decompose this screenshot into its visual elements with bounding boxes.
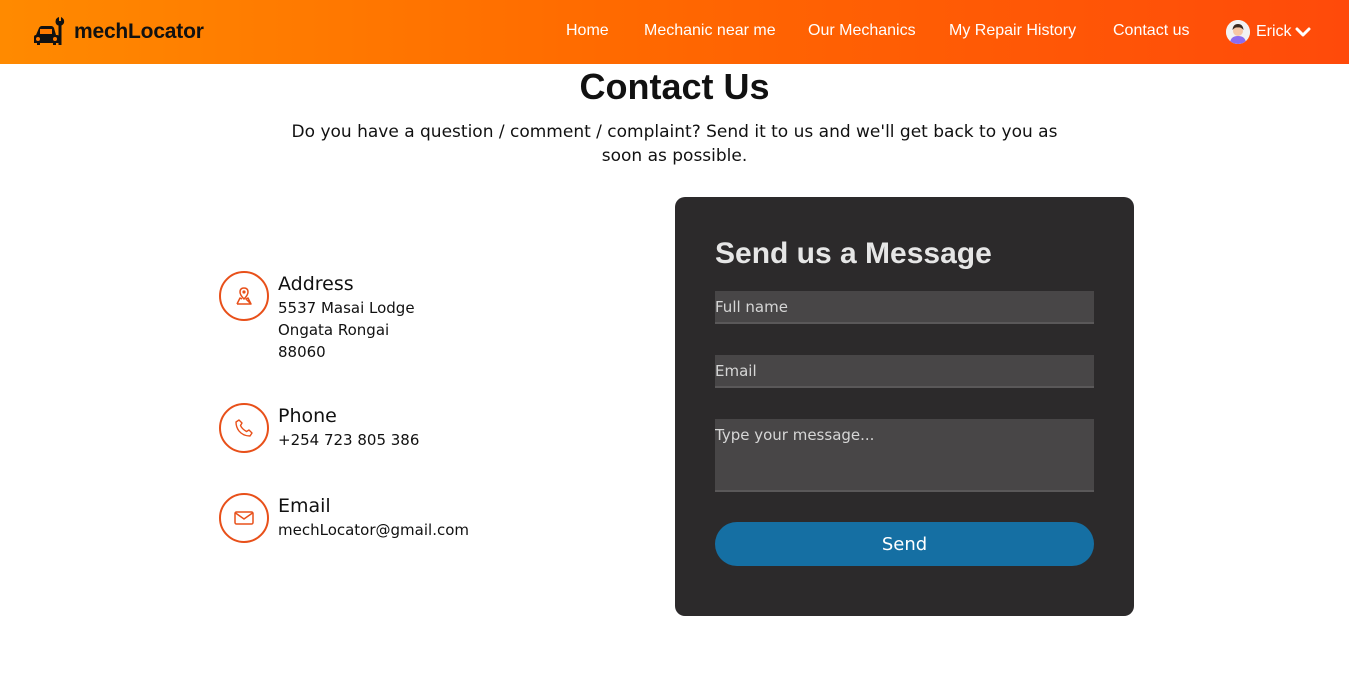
nav-our-mechanics[interactable]: Our Mechanics [808,22,916,40]
form-title: Send us a Message [715,237,992,270]
email-address[interactable]: mechLocator@gmail.com [278,521,469,539]
user-name: Erick [1256,23,1292,40]
full-name-input[interactable] [715,291,1094,324]
map-pin-icon [219,271,269,321]
brand[interactable]: mechLocator [32,14,204,50]
page-subtitle: Do you have a question / comment / compl… [291,122,1058,166]
mechanic-car-wrench-icon [34,17,65,45]
page-title: Contact Us [579,66,770,107]
phone-number[interactable]: +254 723 805 386 [278,431,419,449]
top-navbar: mechLocator Home Mechanic near me Our Me… [0,0,1349,64]
message-textarea[interactable] [715,419,1094,492]
address-line: 88060 [278,343,326,361]
nav-mechanic-near-me[interactable]: Mechanic near me [644,22,776,40]
address-line: 5537 Masai Lodge [278,299,415,317]
brand-name: mechLocator [74,20,204,43]
chevron-down-icon [1295,27,1311,37]
nav-repair-history[interactable]: My Repair History [949,22,1076,40]
user-avatar-icon [1226,20,1250,44]
phone-icon [219,403,269,453]
address-title: Address [278,273,354,295]
email-title: Email [278,495,331,517]
mail-icon [219,493,269,543]
user-menu[interactable]: Erick [1226,19,1311,45]
nav-home[interactable]: Home [566,22,609,40]
phone-title: Phone [278,405,337,427]
email-input[interactable] [715,355,1094,388]
nav-contact-us[interactable]: Contact us [1113,22,1189,40]
send-button[interactable]: Send [715,522,1094,566]
address-line: Ongata Rongai [278,321,390,339]
message-form-card: Send us a Message Send [675,197,1134,616]
